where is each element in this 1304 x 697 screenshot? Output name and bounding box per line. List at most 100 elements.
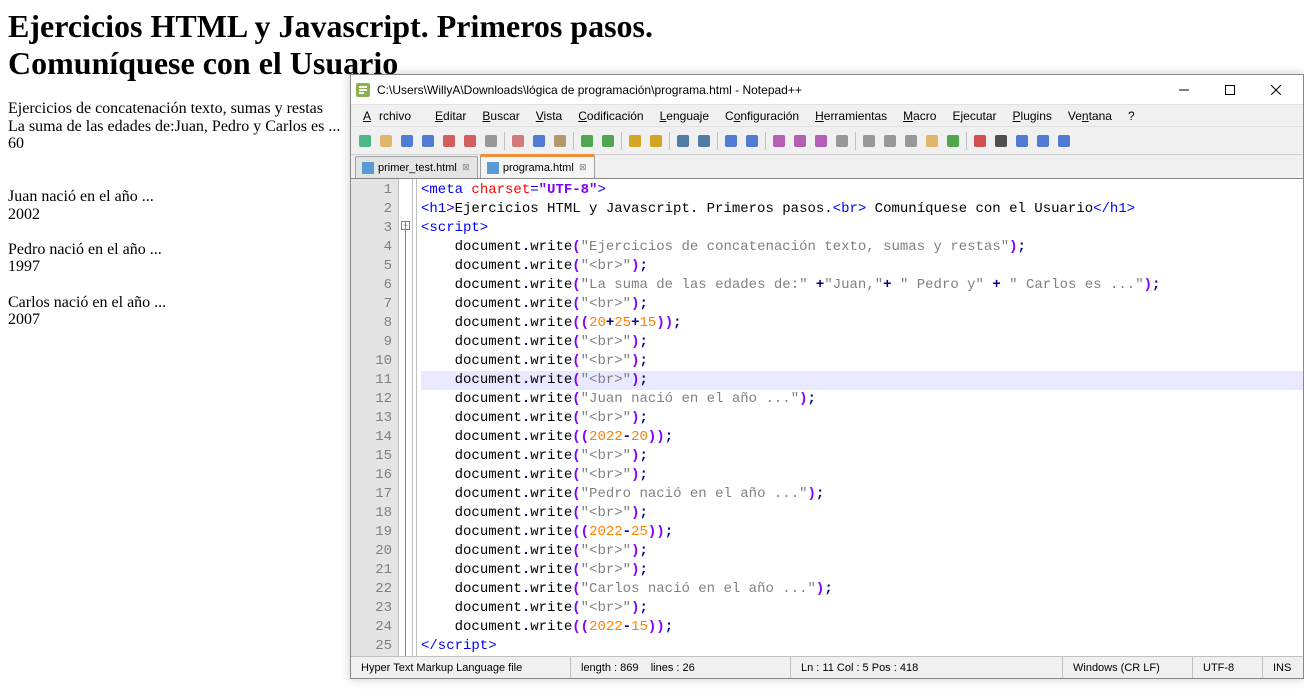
code-line[interactable]: document.write("<br>"); <box>421 447 1303 466</box>
app-icon <box>355 82 371 98</box>
page-heading: Ejercicios HTML y Javascript. Primeros p… <box>8 8 653 82</box>
menu-codificacion[interactable]: Codificación <box>570 107 651 125</box>
tab-primer-test[interactable]: primer_test.html ⊠ <box>355 156 478 178</box>
code-line[interactable]: document.write("<br>"); <box>421 333 1303 352</box>
code-line[interactable]: document.write("Pedro nació en el año ..… <box>421 485 1303 504</box>
tab-label: programa.html <box>503 162 574 174</box>
code-line[interactable]: document.write("<br>"); <box>421 542 1303 561</box>
menu-herramientas[interactable]: Herramientas <box>807 107 895 125</box>
word-wrap-icon[interactable] <box>769 131 789 151</box>
code-line[interactable]: document.write("<br>"); <box>421 409 1303 428</box>
menu-buscar[interactable]: Buscar <box>474 107 527 125</box>
play-icon[interactable] <box>1012 131 1032 151</box>
close-icon[interactable] <box>439 131 459 151</box>
redo-icon[interactable] <box>598 131 618 151</box>
code-line[interactable]: <script> <box>421 219 1303 238</box>
replace-icon[interactable] <box>646 131 666 151</box>
menu-configuracion[interactable]: Configuración <box>717 107 807 125</box>
sync-scroll-h-icon[interactable] <box>742 131 762 151</box>
all-chars-icon[interactable] <box>790 131 810 151</box>
code-line[interactable]: document.write("<br>"); <box>421 504 1303 523</box>
menu-plugins[interactable]: Plugins <box>1005 107 1060 125</box>
code-line[interactable]: document.write("Juan nació en el año ...… <box>421 390 1303 409</box>
code-line[interactable]: document.write((2022-20)); <box>421 428 1303 447</box>
code-line[interactable]: document.write("Carlos nació en el año .… <box>421 580 1303 599</box>
tab-programa[interactable]: programa.html ⊠ <box>480 154 595 178</box>
menu-editar[interactable]: Editar <box>427 107 474 125</box>
code-line[interactable]: </script> <box>421 637 1303 656</box>
zoom-in-icon[interactable] <box>673 131 693 151</box>
stop-icon[interactable] <box>991 131 1011 151</box>
code-line[interactable]: <h1>Ejercicios HTML y Javascript. Primer… <box>421 200 1303 219</box>
menu-ventana[interactable]: Ventana <box>1060 107 1120 125</box>
toolbar <box>351 127 1303 155</box>
monitor-icon[interactable] <box>943 131 963 151</box>
folder-tree-icon[interactable] <box>922 131 942 151</box>
doc-map-icon[interactable] <box>859 131 879 151</box>
new-file-icon[interactable] <box>355 131 375 151</box>
status-encoding: UTF-8 <box>1193 657 1263 678</box>
close-button[interactable] <box>1253 76 1299 104</box>
code-line[interactable]: document.write("<br>"); <box>421 371 1303 390</box>
status-language: Hyper Text Markup Language file <box>351 657 571 678</box>
minimize-button[interactable] <box>1161 76 1207 104</box>
code-line[interactable]: document.write("<br>"); <box>421 561 1303 580</box>
tab-label: primer_test.html <box>378 162 457 174</box>
menu-help[interactable]: ? <box>1120 107 1143 125</box>
maximize-button[interactable] <box>1207 76 1253 104</box>
close-all-icon[interactable] <box>460 131 480 151</box>
editor[interactable]: 1234567891011121314151617181920212223242… <box>351 179 1303 656</box>
func-list-icon[interactable] <box>901 131 921 151</box>
statusbar: Hyper Text Markup Language file length :… <box>351 656 1303 678</box>
window-title: C:\Users\WillyA\Downloads\lógica de prog… <box>377 83 1161 97</box>
play-multi-icon[interactable] <box>1033 131 1053 151</box>
tab-close-icon[interactable]: ⊠ <box>578 163 588 173</box>
code-line[interactable]: document.write("<br>"); <box>421 466 1303 485</box>
save-all-icon[interactable] <box>418 131 438 151</box>
find-icon[interactable] <box>625 131 645 151</box>
code-line[interactable]: document.write("Ejercicios de concatenac… <box>421 238 1303 257</box>
menu-macro[interactable]: Macro <box>895 107 944 125</box>
sync-scroll-v-icon[interactable] <box>721 131 741 151</box>
open-file-icon[interactable] <box>376 131 396 151</box>
record-icon[interactable] <box>970 131 990 151</box>
status-position: Ln : 11 Col : 5 Pos : 418 <box>791 657 1063 678</box>
menu-ejecutar[interactable]: Ejecutar <box>944 107 1004 125</box>
doc-list-icon[interactable] <box>880 131 900 151</box>
undo-icon[interactable] <box>577 131 597 151</box>
save-icon[interactable] <box>397 131 417 151</box>
code-line[interactable]: document.write((2022-15)); <box>421 618 1303 637</box>
menu-lenguaje[interactable]: Lenguaje <box>652 107 717 125</box>
menu-vista[interactable]: Vista <box>528 107 570 125</box>
file-icon <box>362 162 374 174</box>
status-eol: Windows (CR LF) <box>1063 657 1193 678</box>
lang-icon[interactable] <box>832 131 852 151</box>
menu-archivo[interactable]: Archivo <box>355 107 427 125</box>
code-line[interactable]: document.write("La suma de las edades de… <box>421 276 1303 295</box>
tabbar: primer_test.html ⊠ programa.html ⊠ <box>351 155 1303 179</box>
indent-guide-icon[interactable] <box>811 131 831 151</box>
code-line[interactable]: document.write((2022-25)); <box>421 523 1303 542</box>
zoom-out-icon[interactable] <box>694 131 714 151</box>
save-macro-icon[interactable] <box>1054 131 1074 151</box>
fold-margin[interactable]: − <box>399 179 413 656</box>
menubar: Archivo Editar Buscar Vista Codificación… <box>351 105 1303 127</box>
status-insert: INS <box>1263 657 1303 678</box>
code-line[interactable]: document.write("<br>"); <box>421 599 1303 618</box>
code-line[interactable]: document.write("<br>"); <box>421 352 1303 371</box>
print-icon[interactable] <box>481 131 501 151</box>
notepadpp-window: C:\Users\WillyA\Downloads\lógica de prog… <box>350 74 1304 679</box>
status-length: length : 869 lines : 26 <box>571 657 791 678</box>
code-line[interactable]: document.write("<br>"); <box>421 295 1303 314</box>
titlebar[interactable]: C:\Users\WillyA\Downloads\lógica de prog… <box>351 75 1303 105</box>
paste-icon[interactable] <box>550 131 570 151</box>
code-line[interactable]: document.write((20+25+15)); <box>421 314 1303 333</box>
file-icon <box>487 162 499 174</box>
code-area[interactable]: <meta charset="UTF-8"><h1>Ejercicios HTM… <box>417 179 1303 656</box>
code-line[interactable]: <meta charset="UTF-8"> <box>421 181 1303 200</box>
code-line[interactable]: document.write("<br>"); <box>421 257 1303 276</box>
tab-close-icon[interactable]: ⊠ <box>461 163 471 173</box>
copy-icon[interactable] <box>529 131 549 151</box>
cut-icon[interactable] <box>508 131 528 151</box>
line-gutter: 1234567891011121314151617181920212223242… <box>351 179 399 656</box>
